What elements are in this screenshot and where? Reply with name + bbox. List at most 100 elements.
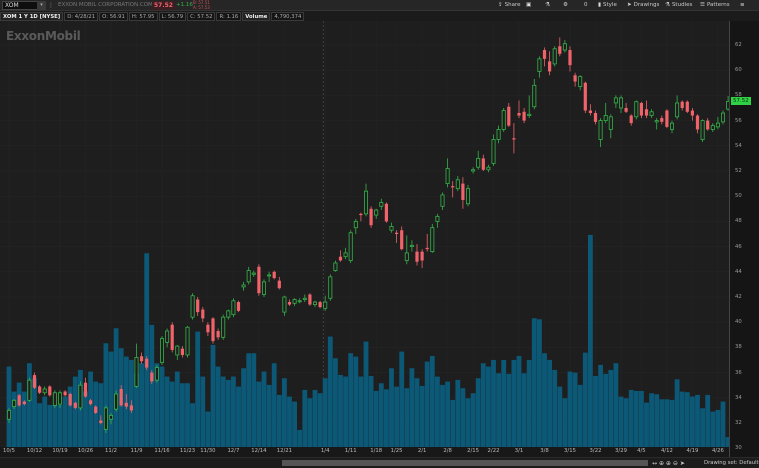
candle-body [261,281,266,295]
volume-bar [414,378,420,447]
volume-bar [42,396,48,447]
0-button[interactable]: 0 [582,1,588,10]
volume-bar [628,389,634,447]
volume-bar [52,404,58,447]
candle-body [221,316,226,338]
price-chart[interactable] [0,21,731,449]
candle-body [99,420,103,423]
volume-bar [169,381,175,447]
flask-button[interactable]: ⚗ [545,1,552,10]
drawing-set[interactable]: Drawing set: Default [704,459,759,468]
candle-body [159,338,164,363]
candle-body [700,120,705,140]
chevron-down-icon[interactable]: ▾ [37,1,46,10]
company-name[interactable]: EXXON MOBIL CORPORATION.COM [58,2,153,8]
share-icon: ⇪ [498,2,503,8]
cursor-icon: ➤ [627,2,632,8]
volume-label[interactable]: Volume [242,12,271,21]
price-axis[interactable]: 30 32 34 36 38 40 42 44 46 48 50 52 54 56 58 60 62 57.52 [729,21,759,457]
menu-button[interactable]: ≡ [740,1,747,10]
volume-bar [531,318,537,447]
link-icon[interactable]: ⋮ [48,1,54,10]
candle-body [323,301,328,309]
volume-bar [276,394,282,447]
volume-bar [57,404,63,447]
bid-ask: B: 57.51 A: 57.53 [193,0,210,10]
chart-area[interactable] [0,21,731,449]
volume-bar [83,391,88,447]
candle-body [409,244,414,247]
volume-bar [710,411,716,447]
date-tick-label: 11/16 [154,448,170,454]
volume-bar [231,376,236,447]
candle-body [134,357,139,387]
candle-body [721,112,726,123]
chart-title[interactable]: XOM 1 Y 1D [NYSE] [0,12,64,21]
volume-bar [690,396,695,447]
crosshair-icon[interactable]: ⊕ [659,460,664,467]
date-tick-label: 3/1 [514,448,524,454]
info-date: D: 4/28/21 [64,12,99,21]
price-tick-label: 62 [735,42,742,48]
volume-bar [164,376,170,447]
volume-bar [521,373,527,447]
candle-body [231,300,236,316]
screenshot-button[interactable]: ▣ [526,1,533,10]
share-button[interactable]: ⇪ Share [498,1,520,10]
price-tick-label: 46 [735,243,742,250]
pointer-icon[interactable]: ➤ [680,460,685,467]
date-tick-label: 3/8 [540,448,549,454]
candle-body [272,271,276,279]
candle-body [660,118,664,122]
volume-bar [21,391,27,447]
zoom-out-icon[interactable]: ⊖ [673,460,678,467]
candle-body [395,232,399,234]
volume-bar [649,393,654,447]
volume-bar [460,388,466,447]
volume-bar [220,376,226,447]
candle-body [333,262,338,271]
info-open: O: 56.91 [99,12,128,21]
price-tick-label: 50 [735,193,742,200]
volume-bar [720,401,726,447]
candle-body [578,76,583,87]
patterns-button[interactable]: ☰ Patterns [700,1,730,10]
date-tick-label: 2/8 [443,448,452,454]
candle-body [216,331,220,338]
candle-body [48,386,52,396]
chart-scrollbar[interactable]: ↔ ⊕ ⊕ ⊖ ➤ Drawing set: Default [0,457,759,468]
candle-body [404,252,409,261]
candle-body [573,75,577,82]
volume-bar [445,381,450,447]
candle-body [83,382,88,397]
volume-bar [684,392,690,447]
candle-body [501,110,506,130]
date-tick-label: 10/5 [3,448,15,454]
pan-icon[interactable]: ↔ [652,460,657,467]
zoom-in-icon[interactable]: ⊕ [666,460,671,467]
candle-body [374,209,379,216]
price-tick-label: 56 [735,117,742,124]
date-tick-label: 4/26 [711,448,724,454]
candle-body [287,302,292,305]
candle-body [552,48,557,65]
date-tick-label: 10/19 [52,448,68,454]
candle-body [119,388,123,406]
volume-bar [664,399,670,447]
date-axis[interactable]: 10/5 10/12 10/19 10/26 11/2 11/9 11/16 11/23 11/… [0,447,729,457]
drawings-button[interactable]: ➤ Drawings [627,1,659,10]
candle-body [353,220,358,229]
candle-body [369,208,373,226]
style-button[interactable]: ▮ Style [598,1,617,10]
volume-bar [174,371,180,447]
volume-bar [139,363,144,447]
studies-button[interactable]: ⚗ Studies [665,1,692,10]
volume-bar [695,394,700,447]
gear-button[interactable]: ⚙ [563,1,570,10]
scrollbar-thumb[interactable] [282,460,648,466]
volume-bar [297,429,303,447]
flask-icon: ⚗ [545,2,550,8]
volume-bar [200,376,206,447]
volume-bar [588,234,593,447]
date-tick-label: 1/25 [390,448,403,454]
